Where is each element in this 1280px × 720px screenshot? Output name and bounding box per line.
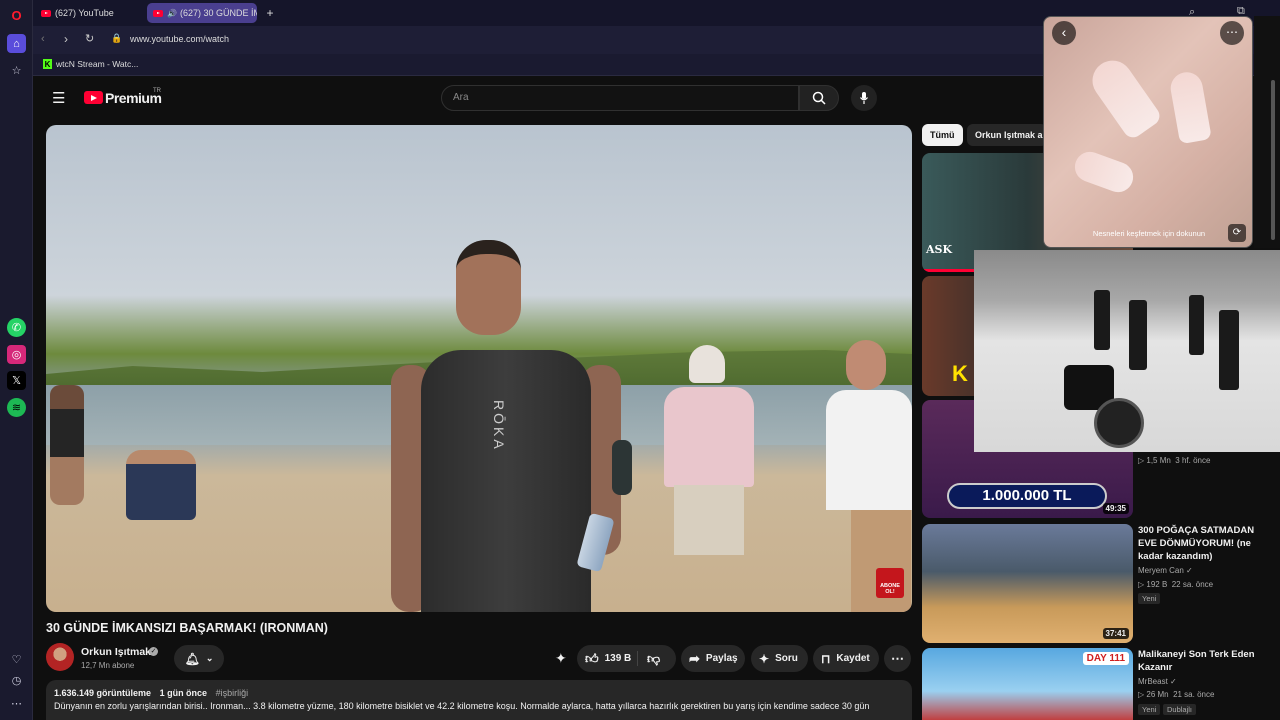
share-button[interactable]: ➦ Paylaş <box>681 645 745 672</box>
rec-channel: MrBeast ✓ <box>1138 677 1177 686</box>
reload-icon[interactable]: ↻ <box>85 32 94 45</box>
swimsuit-text: RŌKA <box>491 400 507 452</box>
like-icon[interactable]: 👍︎ <box>585 651 599 667</box>
new-badge: Yeni <box>1138 704 1161 715</box>
more-icon[interactable]: ⋯ <box>7 694 26 713</box>
picture-in-picture-video[interactable] <box>974 250 1280 452</box>
bell-icon: 🔔︎ <box>184 651 200 666</box>
duration-label: 49:35 <box>1102 503 1129 514</box>
save-label: Kaydet <box>836 653 870 664</box>
side-strip <box>1254 16 1280 248</box>
browser-sidebar: O ⌂ ☆ ✆ ◎ 𝕏 ≋ ♡ ◷ ⋯ <box>0 0 33 720</box>
rec-meta: ▷ 192 B 22 sa. önce <box>1138 580 1214 589</box>
floating-popup[interactable]: ‹ ⋯ Nesneleri keşfetmek için dokunun ⟳ <box>1043 16 1253 248</box>
chip-all[interactable]: Tümü <box>922 124 963 146</box>
save-button[interactable]: ⊓ Kaydet <box>813 645 879 672</box>
search-placeholder: Ara <box>453 92 469 103</box>
microphone-icon <box>860 92 868 104</box>
more-actions-button[interactable]: ⋯ <box>884 645 911 672</box>
bookmark-item[interactable]: wtcN Stream - Watc... <box>56 59 138 69</box>
x-icon[interactable]: 𝕏 <box>7 371 26 390</box>
star-icon[interactable]: ☆ <box>7 61 26 80</box>
chevron-down-icon: ⌄ <box>205 653 214 663</box>
rec-title[interactable]: 300 POĞAÇA SATMADAN EVE DÖNMÜYORUM! (ne … <box>1138 524 1258 563</box>
tab-label: (627) 30 GÜNDE İMKA... <box>179 8 257 18</box>
new-tab-button[interactable]: + <box>262 3 278 23</box>
share-icon: ➦ <box>689 650 700 666</box>
rec-meta: ▷ 1,5 Mn 3 hf. önce <box>1138 456 1211 465</box>
rec-thumbnail-5[interactable]: DAY 111 <box>922 648 1133 720</box>
youtube-logo-icon[interactable] <box>84 91 103 104</box>
video-title: 30 GÜNDE İMKANSIZI BAŞARMAK! (IRONMAN) <box>46 621 328 635</box>
lock-icon: 🔒 <box>111 33 123 43</box>
home-icon[interactable]: ⌂ <box>7 34 26 53</box>
tab-youtube[interactable]: (627) YouTube <box>35 3 141 23</box>
search-input[interactable]: Ara <box>441 85 799 111</box>
tab-label: (627) YouTube <box>55 8 114 18</box>
avatar[interactable] <box>46 643 74 671</box>
dubbed-badge: Dublajlı <box>1163 704 1197 715</box>
upload-date: 1 gün önce <box>159 688 208 698</box>
youtube-favicon-icon <box>41 9 51 17</box>
country-code: TR <box>153 88 161 94</box>
puzzle-icon[interactable]: ✦ <box>555 650 567 667</box>
rec-channel: Meryem Can ✓ <box>1138 566 1193 575</box>
thumb-text: 1.000.000 TL <box>947 483 1107 509</box>
ask-button[interactable]: ✦ Soru <box>751 645 808 672</box>
back-icon[interactable]: ‹ <box>41 33 45 45</box>
like-count[interactable]: 139 B <box>605 653 632 664</box>
spotify-icon[interactable]: ≋ <box>7 398 26 417</box>
voice-search-button[interactable] <box>851 85 877 111</box>
hashtag[interactable]: #işbirliği <box>216 688 249 698</box>
thumb-text: K <box>952 361 968 386</box>
kick-icon: K <box>43 59 52 69</box>
subscriber-count: 12,7 Mn abone <box>81 661 135 670</box>
subscribe-overlay[interactable]: ABONE OL! <box>876 568 904 598</box>
whatsapp-icon[interactable]: ✆ <box>7 318 26 337</box>
back-icon[interactable]: ‹ <box>1052 21 1076 45</box>
sparkle-icon: ✦ <box>759 651 770 666</box>
rec-meta: ▷ 26 Mn 21 sa. önce <box>1138 690 1215 699</box>
notification-button[interactable]: 🔔︎ ⌄ <box>174 645 224 672</box>
scrollbar[interactable] <box>1271 80 1275 240</box>
history-icon[interactable]: ◷ <box>7 671 26 690</box>
thumb-text: ASK <box>926 243 953 256</box>
search-button[interactable] <box>799 85 839 111</box>
tab-active-video[interactable]: 🔊 (627) 30 GÜNDE İMKA... <box>147 3 257 23</box>
verified-icon: ✓ <box>149 647 158 656</box>
opera-logo-icon[interactable]: O <box>7 6 26 25</box>
view-count: 1.636.149 görüntüleme <box>54 688 152 698</box>
heart-icon[interactable]: ♡ <box>7 650 26 669</box>
url-field[interactable]: www.youtube.com/watch <box>130 34 229 44</box>
chip-channel[interactable]: Orkun Işıtmak a <box>967 124 1047 146</box>
share-label: Paylaş <box>705 653 738 664</box>
dislike-icon[interactable]: 👎︎ <box>647 651 660 667</box>
lens-icon[interactable]: ⟳ <box>1228 224 1246 242</box>
description-text: Dünyanın en zorlu yarışlarından birisi..… <box>54 701 870 711</box>
channel-name[interactable]: Orkun Işıtmak <box>81 646 151 658</box>
new-badge: Yeni <box>1138 593 1161 604</box>
forward-icon[interactable]: › <box>64 32 68 46</box>
rec-title[interactable]: Malikaneyi Son Terk Eden Kazanır <box>1138 648 1258 674</box>
youtube-favicon-icon <box>153 9 163 17</box>
video-player[interactable]: RŌKA ABONE OL! <box>46 125 912 612</box>
like-dislike-group: 👍︎ 139 B 👎︎ <box>577 645 676 672</box>
bystander-figure <box>664 345 764 612</box>
popup-hint: Nesneleri keşfetmek için dokunun <box>1092 229 1206 238</box>
instagram-icon[interactable]: ◎ <box>7 345 26 364</box>
search-icon <box>812 91 826 105</box>
description-box[interactable]: 1.636.149 görüntüleme 1 gün önce #işbirl… <box>46 680 912 720</box>
bookmark-icon: ⊓ <box>821 651 831 666</box>
ask-label: Soru <box>775 653 798 664</box>
speaker-icon: 🔊 <box>167 8 177 18</box>
rec-thumbnail-4[interactable]: 37:41 <box>922 524 1133 643</box>
more-icon[interactable]: ⋯ <box>1220 21 1244 45</box>
duration-label: 37:41 <box>1102 628 1129 639</box>
athlete-figure: RŌKA <box>381 240 631 612</box>
thumb-text: DAY 111 <box>1082 652 1129 665</box>
menu-icon[interactable]: ☰ <box>52 89 65 107</box>
